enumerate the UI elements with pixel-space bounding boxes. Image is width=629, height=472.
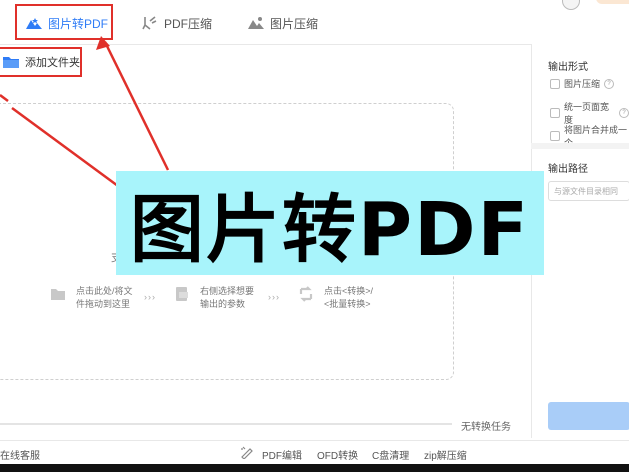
annotation-arrow-tab	[103, 41, 170, 171]
caption-overlay: 图片转PDF	[116, 171, 544, 275]
annotation-arrow-add-folder	[11, 106, 119, 188]
annotation-arrow-fragment	[0, 94, 9, 102]
caption-text: 图片转PDF	[129, 186, 531, 273]
